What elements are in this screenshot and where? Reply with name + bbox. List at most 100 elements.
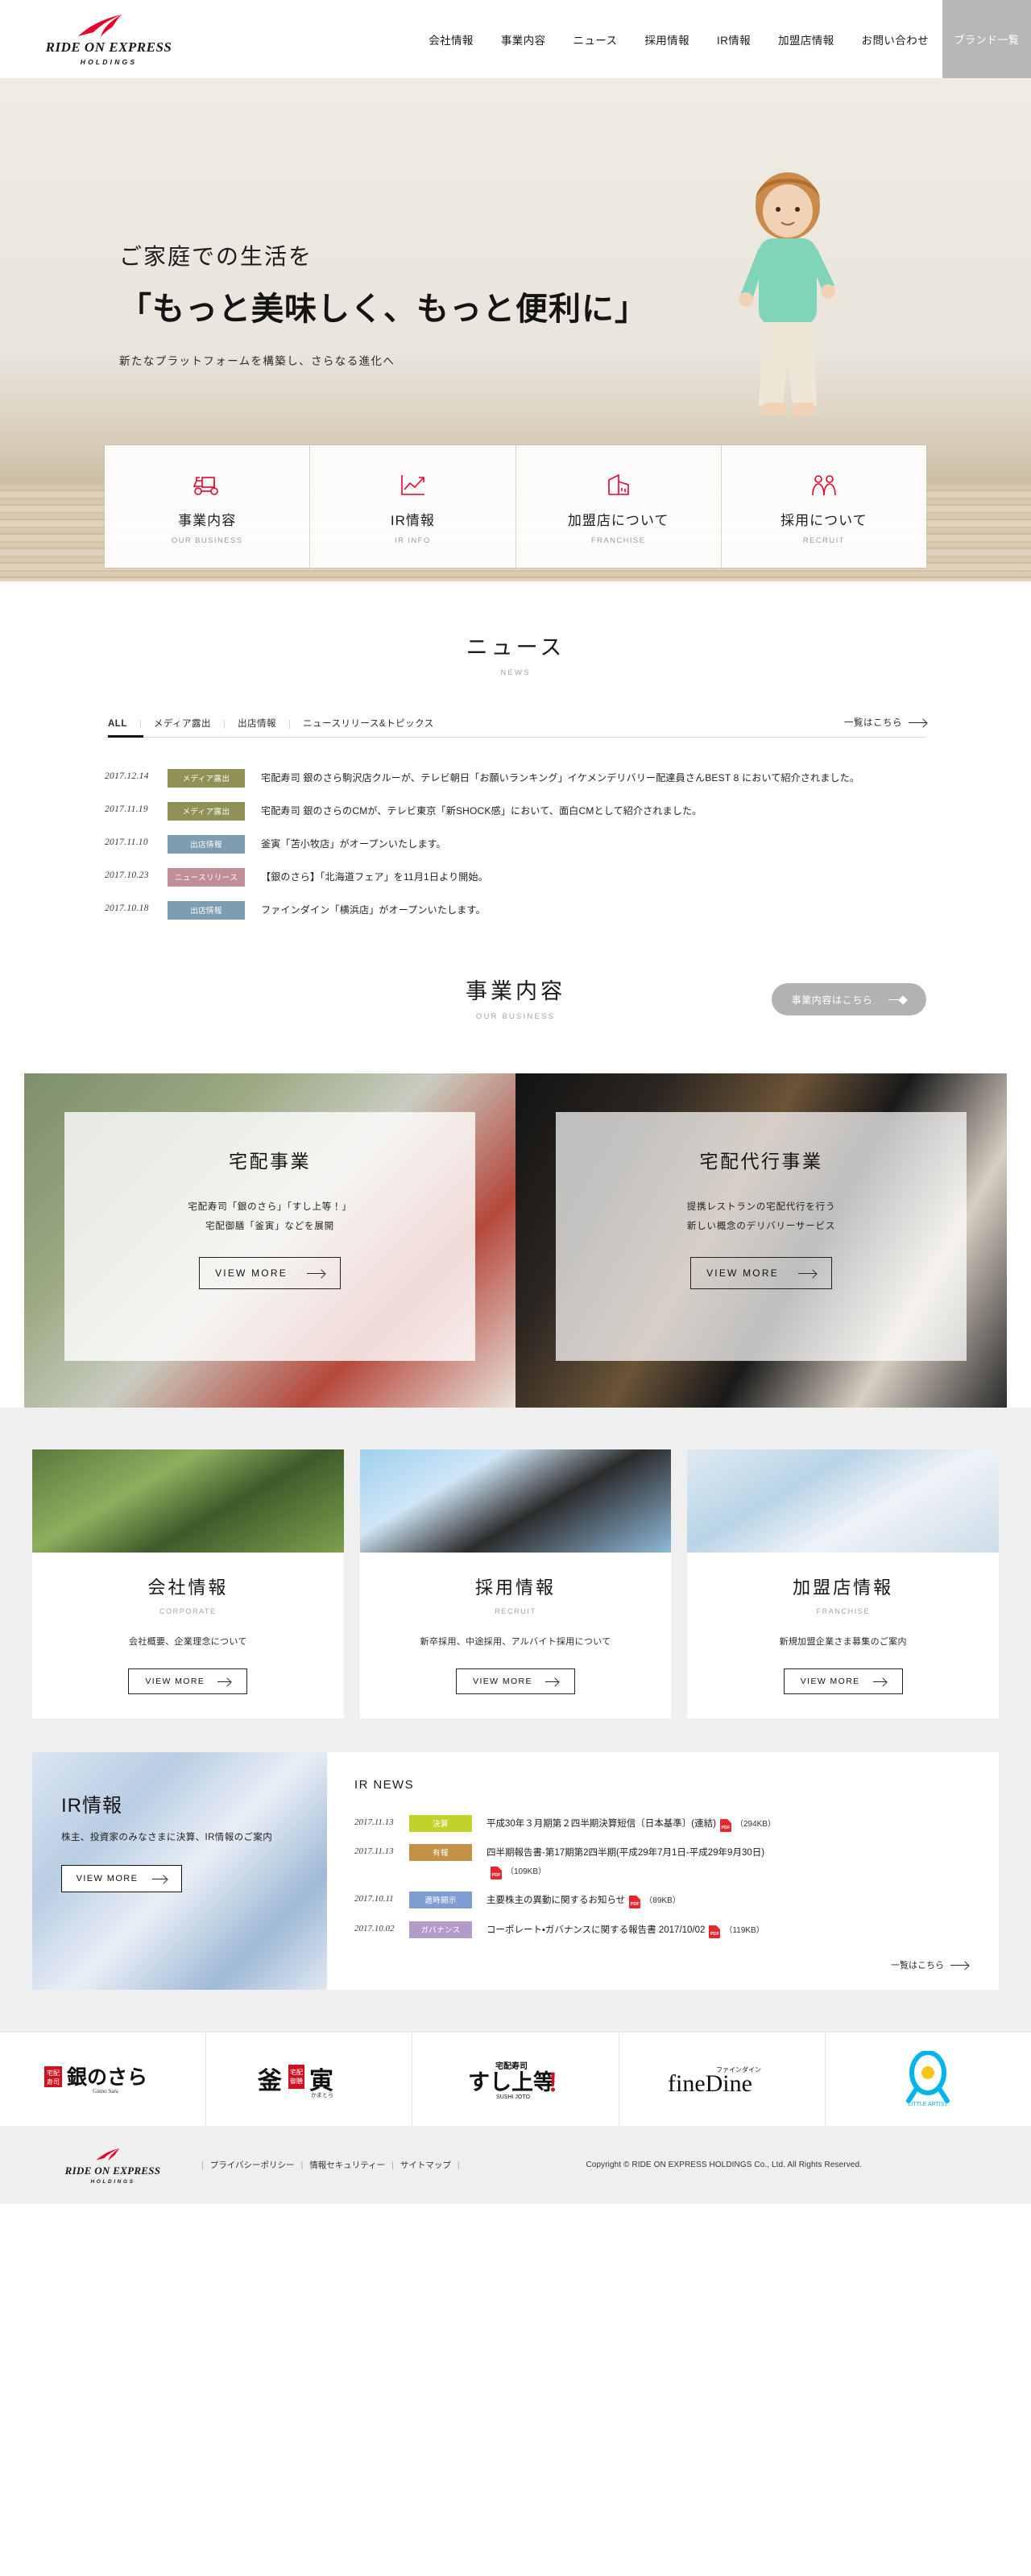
news-list-item[interactable]: 2017.11.19 メディア露出 宅配寿司 銀のさらのCMが、テレビ東京「新S… bbox=[105, 795, 926, 828]
business-section-header: 事業内容 OUR BUSINESS 事業内容はこちら bbox=[105, 974, 926, 1046]
delivery-scooter-icon bbox=[191, 469, 223, 498]
info-card-image bbox=[32, 1449, 344, 1553]
ir-item-date: 2017.10.11 bbox=[354, 1894, 394, 1904]
arrow-right-icon bbox=[152, 1876, 168, 1882]
info-card-view-more-button[interactable]: VIEW MORE bbox=[456, 1668, 575, 1694]
news-tab-store[interactable]: 出店情報 bbox=[225, 719, 291, 729]
news-content: ALL メディア露出 出店情報 ニュースリリース&トピックス 一覧はこちら 20… bbox=[105, 716, 926, 927]
nav-item-company[interactable]: 会社情報 bbox=[415, 31, 487, 48]
business-card-view-more-button[interactable]: VIEW MORE bbox=[199, 1257, 341, 1290]
info-card-title: 採用情報 bbox=[475, 1577, 557, 1598]
nav-item-business[interactable]: 事業内容 bbox=[487, 31, 560, 48]
business-card-delivery[interactable]: 宅配事業 宅配寿司「銀のさら」「すし上等！」 宅配御膳「釜寅」などを展開 VIE… bbox=[24, 1073, 516, 1408]
pdf-icon: PDF bbox=[491, 1866, 502, 1879]
news-tab-media[interactable]: メディア露出 bbox=[141, 719, 226, 729]
info-card-view-more-button[interactable]: VIEW MORE bbox=[128, 1668, 248, 1694]
nav-item-ir[interactable]: IR情報 bbox=[703, 31, 764, 48]
news-view-all-link[interactable]: 一覧はこちら bbox=[844, 716, 926, 729]
logo-subtext: HOLDINGS bbox=[80, 57, 138, 66]
news-tab-release[interactable]: ニュースリリース&トピックス bbox=[290, 719, 447, 730]
business-card-desc-line1: 宅配寿司「銀のさら」「すし上等！」 bbox=[188, 1202, 352, 1212]
ir-item-text: 主要株主の異動に関するお知らせ bbox=[487, 1896, 626, 1906]
news-item-text: 宅配寿司 銀のさら駒沢店クルーが、テレビ朝日「お願いランキング」イケメンデリバリ… bbox=[261, 772, 860, 784]
ir-news-panel: IR NEWS 2017.11.13 決算 平成30年３月期第２四半期決算短信〔… bbox=[327, 1752, 999, 1991]
feature-card-label-jp: IR情報 bbox=[390, 512, 435, 528]
news-list-item[interactable]: 2017.11.10 出店情報 釜寅「苫小牧店」がオープンいたします。 bbox=[105, 828, 926, 861]
brand-logo-ginnosara[interactable]: 宅配 寿司 銀のさら Ginno Sara bbox=[0, 2032, 207, 2127]
info-card-recruit[interactable]: 採用情報 RECRUIT 新卒採用、中途採用、アルバイト採用について VIEW … bbox=[359, 1449, 672, 1718]
ir-view-all-wrap: 一覧はこちら bbox=[354, 1958, 968, 1972]
feature-card-business[interactable]: 事業内容 OUR BUSINESS bbox=[105, 445, 311, 568]
business-card-delivery-agency[interactable]: 宅配代行事業 提携レストランの宅配代行を行う 新しい概念のデリバリーサービス V… bbox=[516, 1073, 1007, 1408]
site-logo[interactable]: RIDE ON EXPRESS HOLDINGS bbox=[24, 13, 193, 66]
info-card-franchise[interactable]: 加盟店情報 FRANCHISE 新規加盟企業さま募集のご案内 VIEW MORE bbox=[687, 1449, 1000, 1718]
news-list-item[interactable]: 2017.10.23 ニュースリリース 【銀のさら】「北海道フェア」を11月1日… bbox=[105, 861, 926, 894]
arrow-right-icon bbox=[888, 997, 907, 1003]
hero-banner: ご家庭での生活を 「もっと美味しく、もっと便利に」 新たなプラットフォームを構築… bbox=[0, 78, 1031, 581]
ir-intro-panel: IR情報 株主、投資家のみなさまに決算、IR情報のご案内 VIEW MORE bbox=[32, 1752, 327, 1991]
business-cards: 宅配事業 宅配寿司「銀のさら」「すし上等！」 宅配御膳「釜寅」などを展開 VIE… bbox=[24, 1073, 1007, 1408]
footer-link-sitemap[interactable]: サイトマップ bbox=[400, 2159, 451, 2171]
ir-panel: IR情報 株主、投資家のみなさまに決算、IR情報のご案内 VIEW MORE I… bbox=[32, 1752, 999, 1991]
svg-text:すし上等: すし上等 bbox=[468, 2069, 555, 2094]
nav-item-contact[interactable]: お問い合わせ bbox=[848, 31, 942, 48]
ir-view-all-link[interactable]: 一覧はこちら bbox=[891, 1958, 968, 1971]
logo-wordmark: RIDE ON EXPRESS bbox=[45, 39, 172, 55]
business-card-description: 提携レストランの宅配代行を行う 新しい概念のデリバリーサービス bbox=[687, 1197, 836, 1236]
brand-logos-row: 宅配 寿司 銀のさら Ginno Sara 釜 宅配 御膳 寅 かまとら 宅配寿… bbox=[0, 2032, 1031, 2127]
business-cta-button[interactable]: 事業内容はこちら bbox=[772, 983, 926, 1015]
brand-logo-littleartist[interactable]: LITTLE ARTIST bbox=[826, 2032, 1031, 2126]
ir-news-item[interactable]: 2017.11.13 有報 四半期報告書-第17期第2四半期(平成29年7月1日… bbox=[354, 1838, 968, 1886]
news-view-all-label: 一覧はこちら bbox=[844, 718, 902, 728]
ir-description: 株主、投資家のみなさまに決算、IR情報のご案内 bbox=[61, 1833, 273, 1842]
nav-item-news[interactable]: ニュース bbox=[559, 31, 631, 48]
news-item-category: メディア露出 bbox=[168, 802, 245, 821]
ir-item-filesize: （109KB） bbox=[506, 1867, 547, 1876]
brand-logo-finedine[interactable]: ファインダイン fineDine bbox=[619, 2032, 826, 2127]
feature-card-label-en: FRANCHISE bbox=[590, 535, 646, 545]
footer-link-security[interactable]: 情報セキュリティー bbox=[309, 2159, 385, 2171]
info-card-view-more-button[interactable]: VIEW MORE bbox=[783, 1668, 903, 1694]
info-card-title: 加盟店情報 bbox=[793, 1577, 894, 1598]
footer-link-separator: | bbox=[391, 2160, 394, 2170]
feature-card-recruit[interactable]: 採用について RECRUIT bbox=[721, 445, 926, 568]
ir-news-item[interactable]: 2017.10.02 ガバナンス コーポレート・ガバナンスに関する報告書 201… bbox=[354, 1916, 968, 1945]
svg-text:釜: 釜 bbox=[257, 2068, 283, 2094]
brand-logo-kamatora[interactable]: 釜 宅配 御膳 寅 かまとら bbox=[206, 2032, 413, 2127]
brand-list-button[interactable]: ブランド一覧 bbox=[942, 0, 1031, 78]
feature-card-ir[interactable]: IR情報 IR INFO bbox=[310, 445, 516, 568]
footer-copyright: Copyright © RIDE ON EXPRESS HOLDINGS Co.… bbox=[586, 2160, 862, 2170]
business-card-overlay: 宅配代行事業 提携レストランの宅配代行を行う 新しい概念のデリバリーサービス V… bbox=[556, 1112, 967, 1361]
svg-text:fineDine: fineDine bbox=[668, 2070, 752, 2097]
business-card-desc-line2: 宅配御膳「釜寅」などを展開 bbox=[205, 1222, 334, 1232]
nav-item-franchise[interactable]: 加盟店情報 bbox=[764, 31, 848, 48]
news-list-item[interactable]: 2017.12.14 メディア露出 宅配寿司 銀のさら駒沢店クルーが、テレビ朝日… bbox=[105, 762, 926, 795]
ir-item-category: 適時開示 bbox=[409, 1892, 472, 1909]
feature-card-franchise[interactable]: 加盟店について FRANCHISE bbox=[516, 445, 722, 568]
view-more-label: VIEW MORE bbox=[473, 1677, 532, 1686]
ir-news-item[interactable]: 2017.11.13 決算 平成30年３月期第２四半期決算短信〔日本基準〕(連結… bbox=[354, 1809, 968, 1838]
business-card-view-more-button[interactable]: VIEW MORE bbox=[690, 1257, 832, 1290]
ginnosara-logo-icon: 宅配 寿司 銀のさら Ginno Sara bbox=[43, 2066, 147, 2094]
building-icon bbox=[606, 469, 631, 498]
footer-link-privacy[interactable]: プライバシーポリシー bbox=[210, 2159, 295, 2171]
news-list-item[interactable]: 2017.10.18 出店情報 ファインダイン「横浜店」がオープンいたします。 bbox=[105, 894, 926, 927]
brand-logo-sushijoto[interactable]: 宅配寿司 すし上等 ！ SUSHI JOTO bbox=[412, 2032, 619, 2127]
news-item-category: 出店情報 bbox=[168, 901, 245, 920]
sushijoto-logo-icon: 宅配寿司 すし上等 ！ SUSHI JOTO bbox=[468, 2061, 568, 2100]
hero-feature-cards: 事業内容 OUR BUSINESS IR情報 IR INFO 加盟店について F… bbox=[105, 445, 926, 568]
business-card-desc-line1: 提携レストランの宅配代行を行う bbox=[686, 1202, 836, 1212]
ir-item-date: 2017.11.13 bbox=[354, 1846, 394, 1857]
ir-news-item[interactable]: 2017.10.11 適時開示 主要株主の異動に関するお知らせ PDF （89KB） bbox=[354, 1886, 968, 1915]
nav-item-recruit[interactable]: 採用情報 bbox=[631, 31, 703, 48]
info-cards-section: 会社情報 CORPORATE 会社概要、企業理念について VIEW MORE 採… bbox=[0, 1408, 1031, 1752]
info-card-subtitle: CORPORATE bbox=[159, 1607, 217, 1615]
info-card-corporate[interactable]: 会社情報 CORPORATE 会社概要、企業理念について VIEW MORE bbox=[32, 1449, 344, 1718]
footer-logo[interactable]: RIDE ON EXPRESS HOLDINGS bbox=[52, 2145, 174, 2185]
news-tab-all[interactable]: ALL bbox=[105, 719, 141, 729]
view-more-label: VIEW MORE bbox=[145, 1677, 205, 1686]
pdf-icon: PDF bbox=[719, 1819, 731, 1832]
svg-text:寿司: 寿司 bbox=[47, 2078, 60, 2086]
site-header: RIDE ON EXPRESS HOLDINGS 会社情報 事業内容 ニュース … bbox=[0, 0, 1031, 78]
ir-view-more-button[interactable]: VIEW MORE bbox=[61, 1865, 182, 1892]
